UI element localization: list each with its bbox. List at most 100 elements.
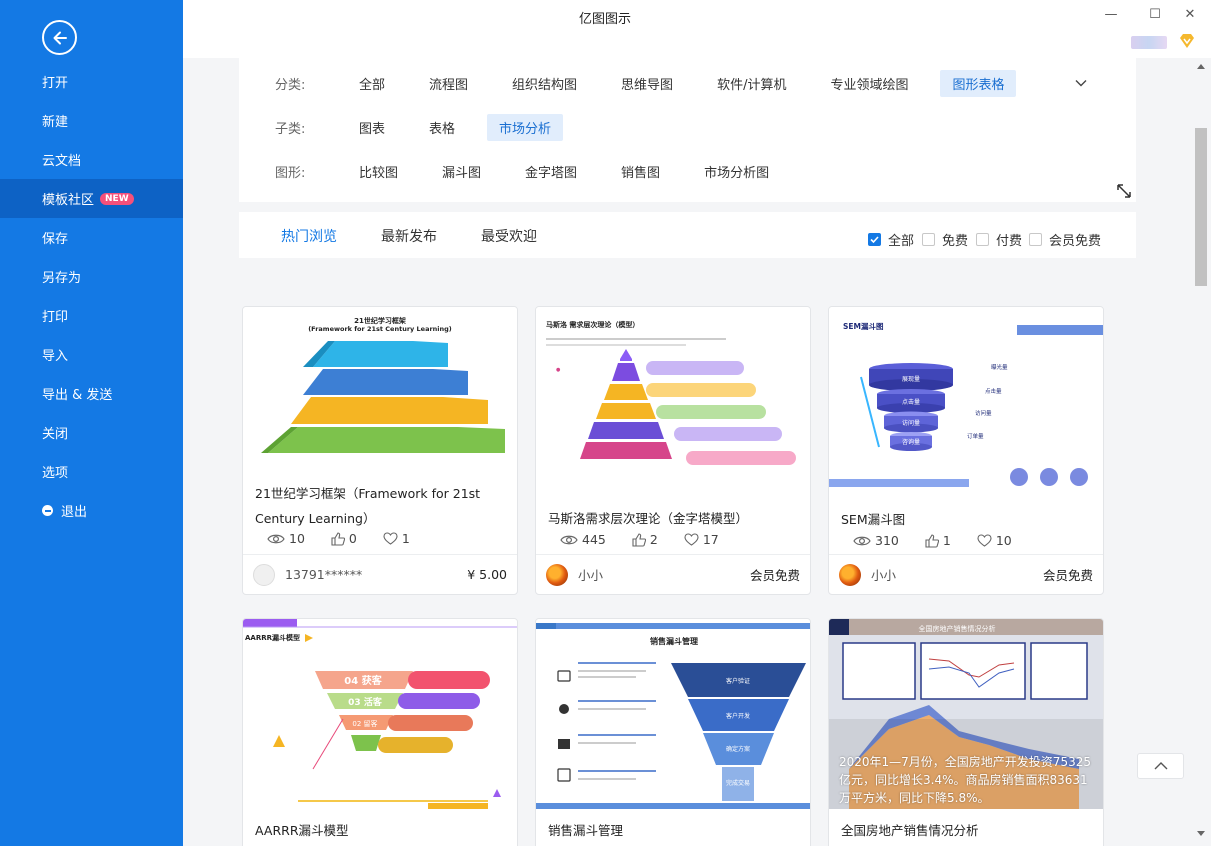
sidebar-item-label: 打开 [42,76,69,91]
vip-diamond-icon[interactable] [1178,33,1196,49]
sidebar-item-new[interactable]: 新建 [0,101,183,140]
sidebar-item-label: 云文档 [42,154,82,169]
card-footer: 小小 会员免费 [536,554,810,594]
shape-comparison[interactable]: 比较图 [347,158,410,185]
close-button[interactable]: ✕ [1175,5,1205,23]
heart-icon[interactable] [684,533,699,546]
thumb-title: 马斯洛 需求层次理论（模型） [546,320,639,329]
sidebar-item-label: 导出 & 发送 [42,388,113,403]
thumbs-up-icon[interactable] [331,531,345,546]
sidebar-item-label: 关闭 [42,427,69,442]
user-name-blurred[interactable] [1131,36,1167,49]
shape-pyramid[interactable]: 金字塔图 [513,158,589,185]
sidebar-item-template-community[interactable]: 模板社区 NEW [0,179,183,218]
sidebar-item-save-as[interactable]: 另存为 [0,257,183,296]
sidebar-item-label: 新建 [42,115,69,130]
card-title[interactable]: AARRR漏斗模型 [255,818,505,843]
exit-icon [42,505,53,516]
category-graphic-table[interactable]: 图形表格 [940,69,1017,97]
thumbnail-overlay-text: 2020年1—7月份，全国房地产开发投资75325亿元，同比增长3.4%。商品房… [839,755,1091,805]
scrollbar-thumb[interactable] [1195,128,1207,286]
avatar[interactable] [253,563,275,586]
funnel-level: 02 留客 [352,719,377,728]
card-title[interactable]: SEM漏斗图 [841,507,1091,532]
shape-market-analysis[interactable]: 市场分析图 [692,158,781,185]
sidebar-item-import[interactable]: 导入 [0,335,183,374]
sidebar-item-open[interactable]: 打开 [0,62,183,101]
views-count: 445 [582,532,606,547]
card-title[interactable]: 马斯洛需求层次理论（金字塔模型） [548,506,798,531]
category-org-chart[interactable]: 组织结构图 [500,70,589,97]
sidebar-item-save[interactable]: 保存 [0,218,183,257]
template-thumbnail: 全国房地产销售情况分析 2020年1—7月份，全国房地产开发投资75325亿元，… [829,619,1103,809]
funnel-level: 访问量 [902,419,920,427]
back-button[interactable] [42,20,77,55]
template-card[interactable]: 全国房地产销售情况分析 2020年1—7月份，全国房地产开发投资75325亿元，… [828,618,1104,846]
sidebar-item-label: 打印 [42,310,69,325]
sidebar-item-export-send[interactable]: 导出 & 发送 [0,374,183,413]
svg-text:●: ● [556,367,561,373]
author-name[interactable]: 13791****** [285,567,362,582]
author-name[interactable]: 小小 [871,565,896,584]
funnel-level: 咨询量 [902,438,920,446]
shape-row: 图形: 比较图 漏斗图 金字塔图 销售图 市场分析图 [275,157,801,185]
category-all[interactable]: 全部 [347,70,397,97]
filter-paid-checkbox[interactable]: 付费 [976,230,1022,249]
category-flowchart[interactable]: 流程图 [417,70,480,97]
thumbs-up-icon[interactable] [632,532,646,547]
subcategory-label: 子类: [275,121,306,137]
sidebar-item-print[interactable]: 打印 [0,296,183,335]
template-card[interactable]: AARRR漏斗模型 04 获客 03 活客 02 留客 AARRR漏斗模型 [242,618,518,846]
heart-icon[interactable] [383,532,398,545]
subcategory-table[interactable]: 表格 [417,114,467,141]
new-badge: NEW [100,192,134,205]
thumb-title: 21世纪学习框架 [354,316,406,325]
card-title[interactable]: 销售漏斗管理 [548,818,798,843]
sidebar-item-options[interactable]: 选项 [0,452,183,491]
template-thumbnail: SEM漏斗图 展现量 点击量 访问量 咨询量 曝光量 点击量 访问量 订单量 [829,307,1103,493]
favorites-count: 17 [702,532,719,547]
card-stats: 445 2 17 [560,532,745,547]
card-stats: 310 1 10 [853,533,1038,548]
subcategory-chart[interactable]: 图表 [347,114,397,141]
author-name[interactable]: 小小 [578,565,603,584]
back-to-top-button[interactable] [1137,753,1184,779]
shape-sales[interactable]: 销售图 [609,158,672,185]
template-card[interactable]: SEM漏斗图 展现量 点击量 访问量 咨询量 曝光量 点击量 访问量 订单量 S… [828,306,1104,595]
funnel-level: 确定方案 [726,745,750,753]
template-card[interactable]: 销售漏斗管理 客户验证 客户开发 确定方案 完成交易 销售漏斗管理 [535,618,811,846]
category-software[interactable]: 软件/计算机 [705,70,798,97]
sidebar-item-cloud-docs[interactable]: 云文档 [0,140,183,179]
tab-latest[interactable]: 最新发布 [381,226,437,246]
template-thumbnail: 马斯洛 需求层次理论（模型） ● [536,307,810,493]
template-card[interactable]: 21世纪学习框架 (Framework for 21st Century Lea… [242,306,518,595]
avatar[interactable] [546,563,568,586]
sidebar-item-exit[interactable]: 退出 [0,491,183,530]
category-professional[interactable]: 专业领域绘图 [818,70,920,97]
chevron-down-icon[interactable] [1074,76,1088,90]
subcategory-market-analysis[interactable]: 市场分析 [487,113,564,141]
scroll-up-arrow[interactable] [1195,60,1207,72]
maximize-button[interactable]: ☐ [1140,5,1170,23]
tab-hot[interactable]: 热门浏览 [281,226,337,246]
filter-all-checkbox[interactable]: 全部 [868,230,914,249]
sidebar-item-close[interactable]: 关闭 [0,413,183,452]
category-mind-map[interactable]: 思维导图 [609,70,685,97]
sidebar-item-label: 模板社区 [42,193,95,208]
card-title[interactable]: 21世纪学习框架（Framework for 21st Century Lear… [255,481,505,531]
minimize-button[interactable]: — [1096,5,1126,23]
filter-free-checkbox[interactable]: 免费 [922,230,968,249]
expand-icon[interactable] [1116,183,1132,199]
filter-member-free-checkbox[interactable]: 会员免费 [1029,230,1101,249]
heart-icon[interactable] [977,534,992,547]
sidebar-menu: 打开 新建 云文档 模板社区 NEW 保存 另存为 打印 导入 导出 & 发送 关… [0,62,183,530]
thumbs-up-icon[interactable] [925,533,939,548]
card-title[interactable]: 全国房地产销售情况分析 [841,818,1091,843]
shape-funnel[interactable]: 漏斗图 [430,158,493,185]
funnel-level: 03 活客 [348,696,383,708]
sidebar-item-label: 保存 [42,232,69,247]
scroll-down-arrow[interactable] [1195,828,1207,840]
avatar[interactable] [839,563,861,586]
template-card[interactable]: 马斯洛 需求层次理论（模型） ● 马斯洛需求层次理论（金字塔模型） 445 2 … [535,306,811,595]
tab-popular[interactable]: 最受欢迎 [481,226,537,246]
